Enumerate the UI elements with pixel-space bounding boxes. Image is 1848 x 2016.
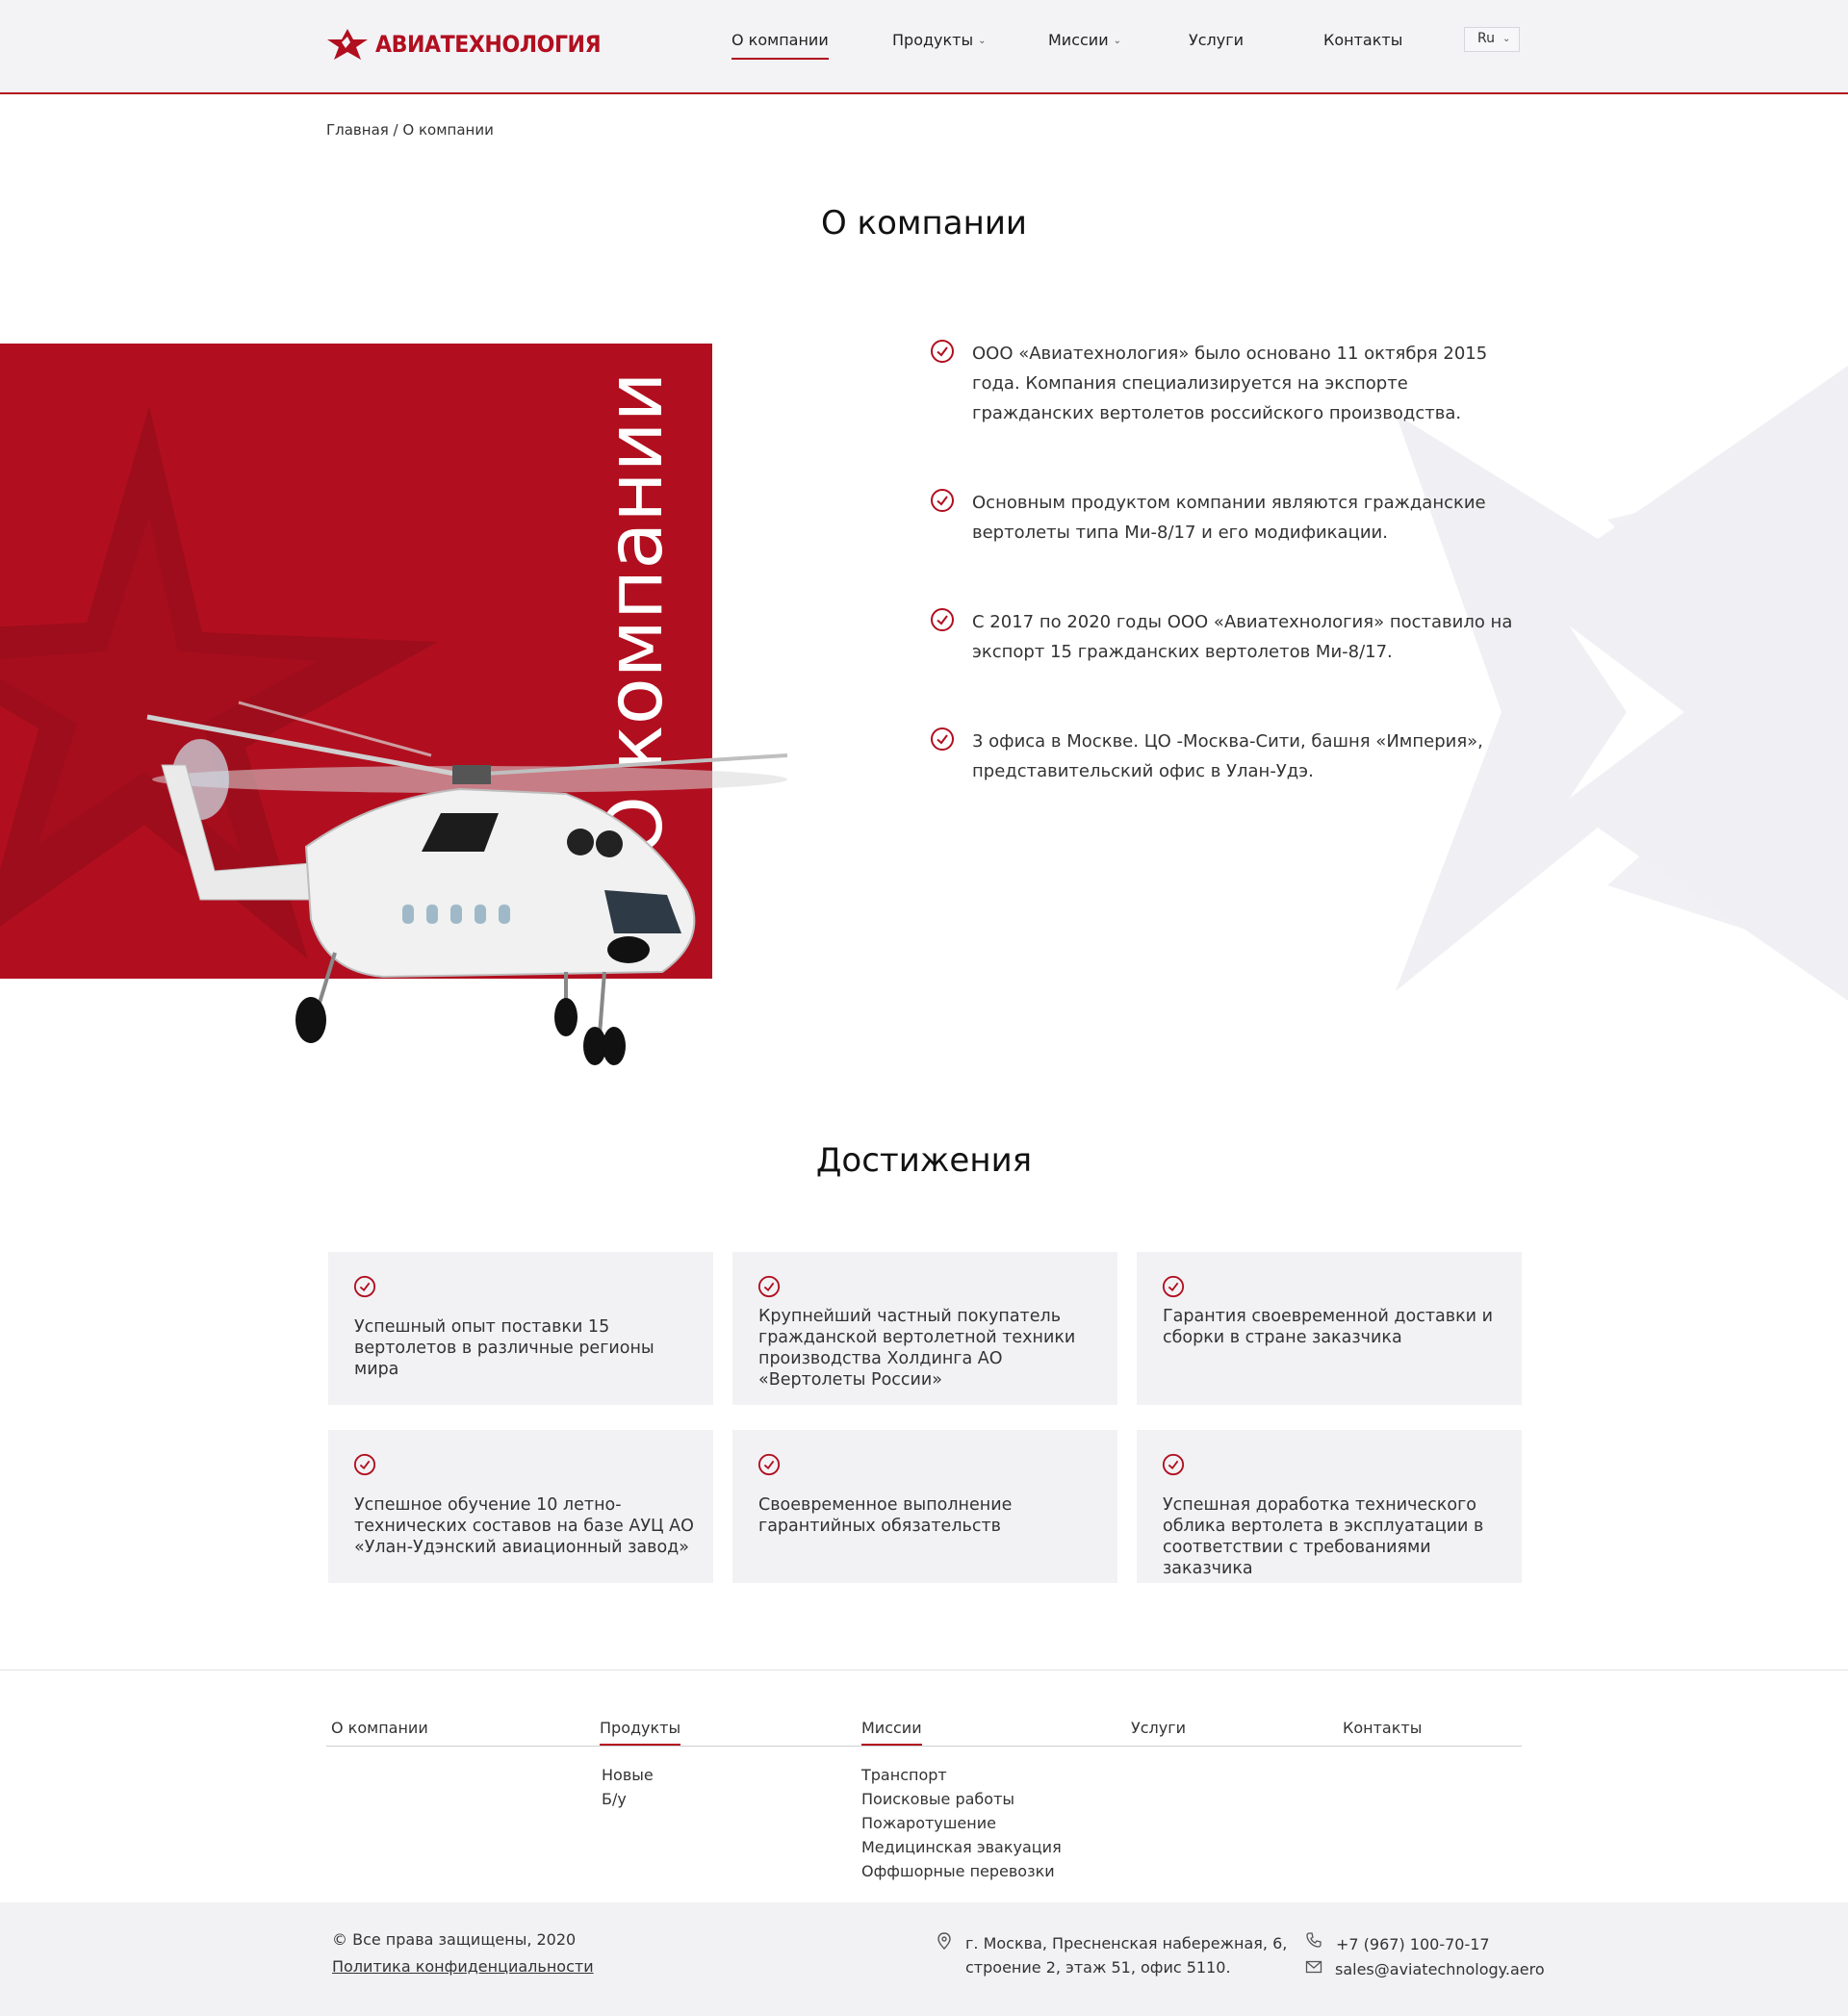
copyright: © Все права защищены, 2020 <box>332 1930 577 1949</box>
fact-item: Основным продуктом компании являются гра… <box>930 488 1527 548</box>
chevron-down-icon: ⌄ <box>1113 36 1121 46</box>
achievement-card: Крупнейший частный покупатель гражданско… <box>732 1252 1117 1405</box>
achievement-card: Своевременное выполнение гарантийных обя… <box>732 1430 1117 1583</box>
achievement-text: Крупнейший частный покупатель гражданско… <box>758 1307 1076 1390</box>
nav-missions[interactable]: Миссии ⌄ <box>1048 31 1121 49</box>
footer-link-offshore[interactable]: Оффшорные перевозки <box>861 1859 1055 1883</box>
page-title: О компании <box>820 204 1028 242</box>
star-watermark-icon <box>1396 366 1848 1001</box>
fact-text: Основным продуктом компании являются гра… <box>972 493 1486 543</box>
privacy-policy-link[interactable]: Политика конфиденциальности <box>332 1954 594 1978</box>
star-logo-icon <box>327 29 368 60</box>
achievement-text: Своевременное выполнение гарантийных обя… <box>758 1495 1013 1536</box>
footer-link-used[interactable]: Б/у <box>602 1787 627 1811</box>
language-select[interactable]: Ru ⌄ <box>1464 27 1520 52</box>
check-circle-icon <box>1162 1275 1185 1298</box>
mail-icon <box>1305 1960 1322 1974</box>
check-circle-icon <box>353 1453 376 1476</box>
address-line2: строение 2, этаж 51, офис 5110. <box>965 1958 1231 1977</box>
address-line1: г. Москва, Пресненская набережная, 6, <box>965 1934 1288 1952</box>
footer-link-transport[interactable]: Транспорт <box>861 1763 947 1787</box>
nav-missions-label: Миссии <box>1048 31 1109 49</box>
nav-products[interactable]: Продукты ⌄ <box>892 31 987 49</box>
achievement-text: Успешное обучение 10 летно-технических с… <box>354 1495 694 1557</box>
logo-text: АВИАТЕХНОЛОГИЯ <box>375 31 602 58</box>
nav-products-label: Продукты <box>892 31 974 49</box>
language-value: Ru <box>1477 31 1495 46</box>
check-circle-icon <box>757 1453 781 1476</box>
check-circle-icon <box>353 1275 376 1298</box>
chevron-down-icon: ⌄ <box>978 36 987 46</box>
check-circle-icon <box>1162 1453 1185 1476</box>
check-circle-icon <box>757 1275 781 1298</box>
fact-item: С 2017 по 2020 годы ООО «Авиатехнология»… <box>930 607 1527 667</box>
nav-about[interactable]: О компании <box>732 31 829 60</box>
achievement-card: Успешная доработка технического облика в… <box>1137 1430 1522 1583</box>
achievement-card: Успешный опыт поставки 15 вертолетов в р… <box>328 1252 713 1405</box>
nav-services[interactable]: Услуги <box>1189 31 1244 49</box>
footer-link-medevac[interactable]: Медицинская эвакуация <box>861 1835 1062 1859</box>
footer-link-firefighting[interactable]: Пожаротушение <box>861 1811 996 1835</box>
nav-contacts-label: Контакты <box>1323 31 1403 49</box>
achievements-title: Достижения <box>815 1141 1033 1180</box>
nav-about-label: О компании <box>732 31 829 49</box>
achievement-text: Успешная доработка технического облика в… <box>1163 1495 1484 1578</box>
nav-services-label: Услуги <box>1189 31 1245 49</box>
footer-missions-link[interactable]: Миссии <box>861 1719 922 1746</box>
footer-divider <box>0 1670 1848 1671</box>
site-header: АВИАТЕХНОЛОГИЯ О компании Продукты ⌄ Мисс… <box>0 0 1848 94</box>
check-circle-icon <box>931 608 954 631</box>
footer-products-link[interactable]: Продукты <box>600 1719 681 1746</box>
fact-item: ООО «Авиатехнология» было основано 11 ок… <box>930 339 1527 428</box>
nav-contacts[interactable]: Контакты <box>1323 31 1402 49</box>
footer-menu-line <box>326 1746 1522 1747</box>
phone-icon <box>1306 1932 1322 1948</box>
check-circle-icon <box>931 340 954 363</box>
check-circle-icon <box>931 489 954 512</box>
location-pin-icon <box>937 1932 951 1950</box>
email-link[interactable]: sales@aviatechnology.aero <box>1335 1957 1545 1981</box>
achievement-text: Успешный опыт поставки 15 вертолетов в р… <box>354 1317 654 1379</box>
helicopter-image <box>146 701 787 1065</box>
check-circle-icon <box>931 727 954 751</box>
footer-link-search[interactable]: Поисковые работы <box>861 1787 1014 1811</box>
footer-link-new[interactable]: Новые <box>602 1763 654 1787</box>
logo[interactable]: АВИАТЕХНОЛОГИЯ <box>327 29 620 60</box>
footer-about-link[interactable]: О компании <box>331 1719 428 1737</box>
achievement-card: Успешное обучение 10 летно-технических с… <box>328 1430 713 1583</box>
footer-bottom <box>0 1902 1848 2016</box>
fact-text: С 2017 по 2020 годы ООО «Авиатехнология»… <box>972 612 1513 662</box>
breadcrumb[interactable]: Главная / О компании <box>326 121 494 139</box>
phone-link[interactable]: +7 (967) 100-70-17 <box>1336 1932 1490 1956</box>
footer-contacts-link[interactable]: Контакты <box>1343 1719 1422 1737</box>
fact-text: ООО «Авиатехнология» было основано 11 ок… <box>972 344 1488 423</box>
fact-item: 3 офиса в Москве. ЦО -Москва-Сити, башня… <box>930 727 1527 786</box>
fact-text: 3 офиса в Москве. ЦО -Москва-Сити, башня… <box>972 731 1483 781</box>
achievement-card: Гарантия своевременной доставки и сборки… <box>1137 1252 1522 1405</box>
achievement-text: Гарантия своевременной доставки и сборки… <box>1163 1307 1493 1347</box>
footer-services-link[interactable]: Услуги <box>1131 1719 1186 1737</box>
chevron-down-icon: ⌄ <box>1502 33 1511 44</box>
